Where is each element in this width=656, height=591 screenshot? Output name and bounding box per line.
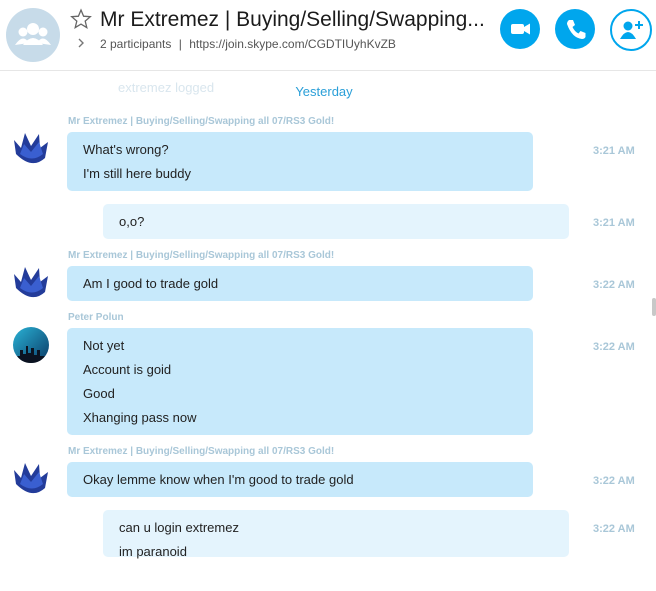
conversation-title: Mr Extremez | Buying/Selling/Swapping... [100, 8, 485, 31]
video-call-icon [511, 23, 530, 35]
sender-name[interactable]: Mr Extremez | Buying/Selling/Swapping al… [68, 446, 334, 457]
message-time: 3:21 AM [593, 145, 635, 157]
message-text: Not yet [83, 338, 125, 353]
message-bubble[interactable]: can u login extremez im paranoid [103, 510, 569, 559]
message-bubble[interactable]: Not yet Account is goid Good Xhanging pa… [67, 328, 533, 435]
message-time: 3:22 AM [593, 523, 635, 535]
message-time: 3:22 AM [593, 475, 635, 487]
message-text: Account is goid [83, 362, 172, 377]
message-text: im paranoid [119, 544, 187, 559]
message-text: Good [83, 386, 115, 401]
video-call-button[interactable] [500, 9, 540, 49]
user-avatar-extremez[interactable] [12, 264, 50, 302]
user-avatar-extremez[interactable] [12, 130, 50, 168]
day-divider: Yesterday [295, 84, 353, 99]
message-text: o,o? [119, 214, 145, 229]
message-text: Okay lemme know when I'm good to trade g… [83, 472, 354, 487]
participants-count[interactable]: 2 participants [100, 37, 171, 51]
add-people-icon [620, 21, 643, 39]
sender-name[interactable]: Peter Polun [68, 312, 124, 323]
message-text: Xhanging pass now [83, 410, 197, 425]
message-time: 3:21 AM [593, 217, 635, 229]
scrollbar-thumb[interactable] [652, 298, 656, 316]
user-avatar-extremez[interactable] [12, 460, 50, 498]
message-time: 3:22 AM [593, 279, 635, 291]
message-bubble[interactable]: Okay lemme know when I'm good to trade g… [67, 462, 533, 497]
audio-call-button[interactable] [555, 9, 595, 49]
favorite-star-icon[interactable] [70, 8, 92, 30]
message-text: I'm still here buddy [83, 166, 191, 181]
conversation-header: Mr Extremez | Buying/Selling/Swapping...… [0, 0, 656, 71]
add-people-button[interactable] [610, 9, 652, 51]
message-bubble[interactable]: What's wrong? I'm still here buddy [67, 132, 533, 191]
message-bubble[interactable]: Am I good to trade gold [67, 266, 533, 301]
message-text: can u login extremez [119, 520, 239, 535]
message-time: 3:22 AM [593, 341, 635, 353]
sender-name[interactable]: Mr Extremez | Buying/Selling/Swapping al… [68, 250, 334, 261]
message-bubble[interactable]: o,o? [103, 204, 569, 239]
group-avatar-icon[interactable] [6, 8, 60, 62]
message-text: What's wrong? [83, 142, 169, 157]
conversation-subtitle: 2 participants | https://join.skype.com/… [100, 37, 396, 51]
chevron-right-icon[interactable] [76, 38, 86, 48]
subtitle-separator: | [178, 37, 182, 51]
user-avatar-peter[interactable] [12, 326, 50, 364]
message-text: Am I good to trade gold [83, 276, 219, 291]
sender-name[interactable]: Mr Extremez | Buying/Selling/Swapping al… [68, 116, 334, 127]
join-link[interactable]: https://join.skype.com/CGDTIUyhKvZB [189, 37, 396, 51]
audio-call-icon [567, 20, 586, 39]
